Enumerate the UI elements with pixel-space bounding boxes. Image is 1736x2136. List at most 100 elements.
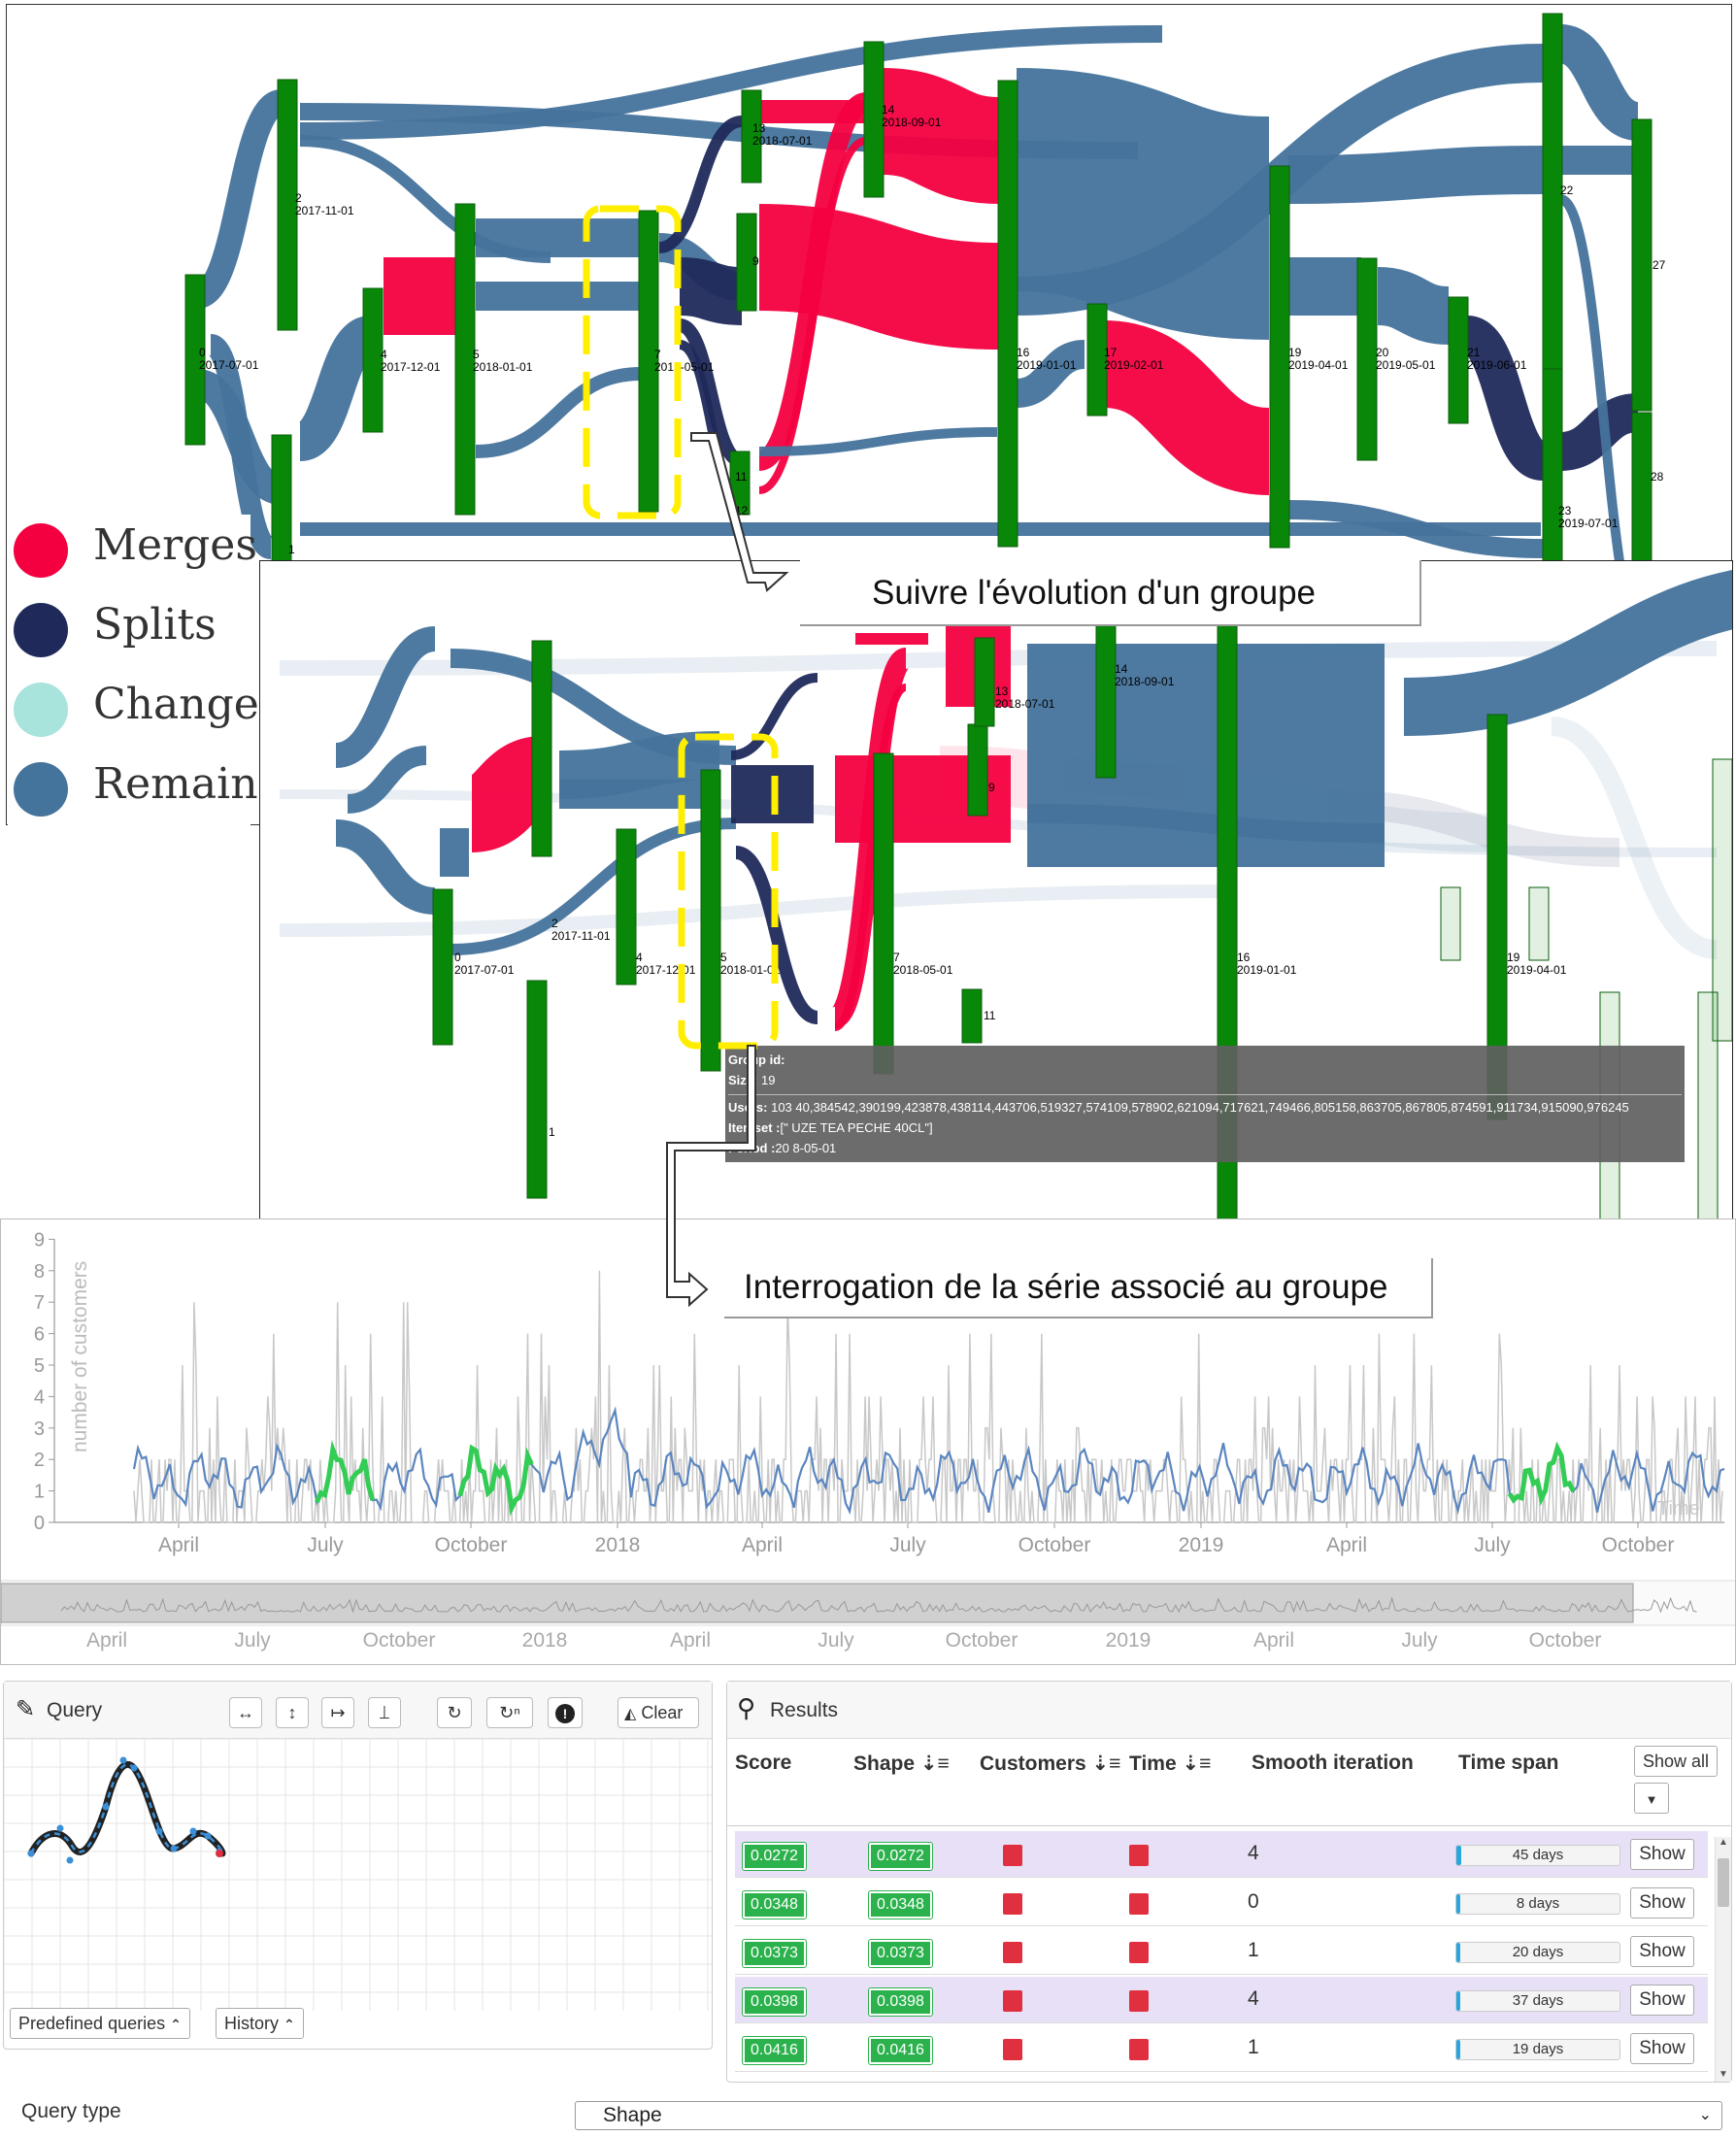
group-node bbox=[700, 769, 721, 1072]
control-point bbox=[102, 1803, 110, 1811]
x-tick-label: April bbox=[742, 1534, 783, 1556]
group-label: 2 bbox=[295, 191, 302, 205]
column-customers[interactable]: Customers ⇣≡ bbox=[980, 1752, 1120, 1776]
repeat-n-button[interactable]: ↻ⁿ bbox=[486, 1697, 533, 1728]
flow-band bbox=[1287, 146, 1544, 204]
results-scrollbar[interactable]: ▲ ▼ bbox=[1715, 1837, 1731, 2082]
query-sketch-canvas[interactable] bbox=[4, 1739, 712, 2011]
show-result-button[interactable]: Show bbox=[1630, 1936, 1694, 1967]
column-time-span[interactable]: Time span bbox=[1458, 1752, 1558, 1775]
sort-icon: ⇣≡ bbox=[1091, 1752, 1121, 1775]
time-span-bar: 45 days bbox=[1455, 1845, 1620, 1866]
legend: Merges Splits Changes Remains bbox=[8, 515, 281, 825]
group-date: 2018-09-01 bbox=[882, 116, 942, 129]
column-smooth-iteration[interactable]: Smooth iteration bbox=[1252, 1752, 1414, 1775]
show-all-button[interactable]: Show all bbox=[1634, 1746, 1719, 1777]
tooltip-users-label: Users: bbox=[728, 1100, 768, 1115]
y-tick-label: 9 bbox=[34, 1229, 45, 1251]
history-button[interactable]: History ⌃ bbox=[216, 2008, 304, 2039]
show-all-dropdown[interactable]: ▼ bbox=[1634, 1783, 1669, 1814]
column-shape[interactable]: Shape ⇣≡ bbox=[853, 1752, 950, 1776]
vertical-constraint-button[interactable]: ↕ bbox=[276, 1697, 309, 1728]
group-label: 19 bbox=[1507, 951, 1520, 964]
scrollbar-up-arrow[interactable]: ▲ bbox=[1719, 1837, 1728, 1848]
flow-band bbox=[1556, 24, 1642, 141]
result-row[interactable]: 0.0416 0.0416 1 19 days Show bbox=[735, 2025, 1708, 2072]
group-label: 0 bbox=[199, 346, 206, 359]
query-title: Query bbox=[47, 1699, 103, 1721]
alert-button[interactable]: ! bbox=[548, 1697, 583, 1728]
group-date: 2018-01-01 bbox=[720, 963, 781, 977]
x-tick-label: July bbox=[1474, 1534, 1511, 1556]
horizontal-constraint-button[interactable]: ↔ bbox=[229, 1697, 262, 1728]
result-row[interactable]: 0.0272 0.0272 4 45 days Show bbox=[735, 1831, 1708, 1878]
show-result-button[interactable]: Show bbox=[1630, 1985, 1694, 2016]
x-tick-label: 2018 bbox=[595, 1534, 641, 1556]
query-header: ✎ Query ↔ ↕ ↦ ⟘ ↻ ↻ⁿ ! ◭ Clear bbox=[4, 1682, 712, 1739]
customers-marker bbox=[1003, 2039, 1022, 2060]
x-tick-label: October bbox=[1018, 1534, 1091, 1556]
group-node bbox=[961, 988, 983, 1044]
group-date: 2017-07-01 bbox=[199, 358, 259, 372]
group-node bbox=[531, 640, 552, 857]
predefined-queries-button[interactable]: Predefined queries ⌃ bbox=[10, 2008, 190, 2039]
group-label: 9 bbox=[752, 254, 759, 268]
flow-band bbox=[758, 204, 1000, 350]
score-badge: 0.0348 bbox=[742, 1890, 807, 1919]
y-tick-label: 6 bbox=[34, 1324, 45, 1346]
smooth-iteration-value: 4 bbox=[1248, 1987, 1259, 2010]
redo-button[interactable]: ↻ bbox=[437, 1697, 472, 1728]
control-point bbox=[170, 1845, 178, 1852]
column-time[interactable]: Time ⇣≡ bbox=[1129, 1752, 1211, 1776]
legend-swatch bbox=[14, 683, 68, 737]
horizontal-range-button[interactable]: ↦ bbox=[321, 1697, 354, 1728]
group-label: 1 bbox=[288, 543, 295, 556]
clear-button[interactable]: ◭ Clear bbox=[618, 1697, 699, 1728]
show-result-button[interactable]: Show bbox=[1630, 1887, 1694, 1919]
control-point bbox=[130, 1764, 138, 1772]
group-node bbox=[526, 980, 548, 1199]
shape-badge: 0.0348 bbox=[868, 1890, 933, 1919]
result-row[interactable]: 0.0373 0.0373 1 20 days Show bbox=[735, 1928, 1708, 1975]
column-shape-label: Shape bbox=[853, 1752, 916, 1775]
scrollbar-down-arrow[interactable]: ▼ bbox=[1719, 2069, 1728, 2080]
flow-band bbox=[475, 367, 642, 458]
show-result-button[interactable]: Show bbox=[1630, 2033, 1694, 2064]
vertical-range-button[interactable]: ⟘ bbox=[368, 1697, 401, 1728]
shape-badge: 0.0398 bbox=[868, 1987, 933, 2017]
group-date: 2019-04-01 bbox=[1288, 358, 1349, 372]
tooltip-itemset-label: Itemset : bbox=[728, 1120, 781, 1135]
flow-band bbox=[295, 316, 376, 461]
navigator-window bbox=[1, 1583, 1634, 1623]
flow-band bbox=[558, 731, 720, 799]
query-type-select[interactable]: Shape ⌄ bbox=[575, 2101, 1722, 2130]
legend-item-changes: Changes bbox=[8, 674, 281, 742]
navigator-tick-label: July bbox=[234, 1629, 271, 1652]
flow-band bbox=[734, 846, 819, 1024]
callout-query: Interrogation de la série associé au gro… bbox=[724, 1258, 1433, 1318]
group-date: 2018-09-01 bbox=[1115, 675, 1175, 688]
scrollbar-thumb[interactable] bbox=[1718, 1858, 1729, 1907]
group-label: 7 bbox=[893, 951, 900, 964]
control-point bbox=[155, 1827, 163, 1835]
time-marker bbox=[1129, 1893, 1149, 1915]
exclamation-icon: ! bbox=[555, 1704, 575, 1723]
legend-swatch bbox=[14, 762, 68, 817]
time-marker bbox=[1129, 1990, 1149, 2012]
result-row[interactable]: 0.0348 0.0348 0 8 days Show bbox=[735, 1880, 1708, 1926]
group-label: 16 bbox=[1017, 346, 1030, 359]
group-label: 11 bbox=[735, 470, 748, 484]
group-date: 2019-02-01 bbox=[1104, 358, 1164, 372]
column-score[interactable]: Score bbox=[735, 1752, 791, 1775]
group-node-faded bbox=[1440, 886, 1461, 961]
smooth-iteration-value: 1 bbox=[1248, 1939, 1259, 1961]
y-tick-label: 5 bbox=[34, 1355, 45, 1377]
time-span-label: 8 days bbox=[1516, 1895, 1560, 1912]
group-label: 17 bbox=[1104, 346, 1118, 359]
results-header: ⚲ Results bbox=[727, 1682, 1731, 1739]
result-row[interactable]: 0.0398 0.0398 4 37 days Show bbox=[735, 1977, 1708, 2023]
y-tick-label: 8 bbox=[34, 1261, 45, 1283]
group-node bbox=[1269, 165, 1290, 549]
group-node bbox=[616, 828, 637, 985]
show-result-button[interactable]: Show bbox=[1630, 1839, 1694, 1870]
